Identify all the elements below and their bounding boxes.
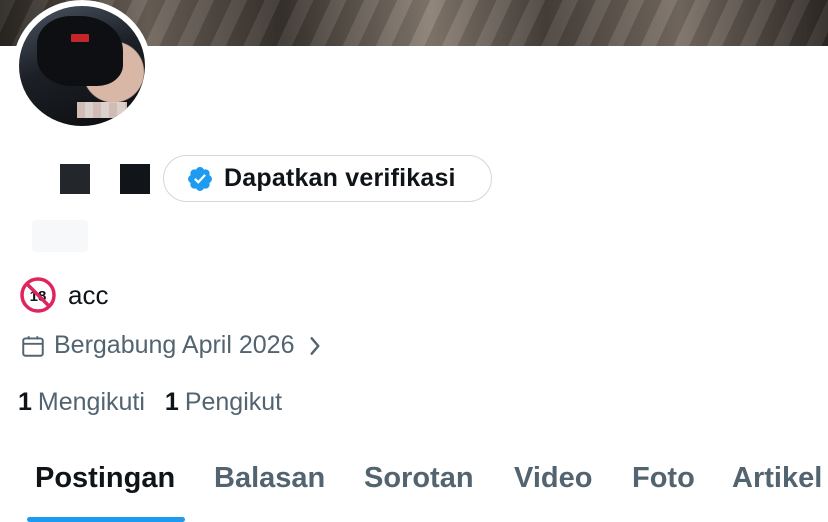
avatar-shirt: [37, 16, 123, 86]
tab-posts[interactable]: Postingan: [35, 462, 175, 495]
name-censor-block: [120, 164, 150, 194]
tab-highlights[interactable]: Sorotan: [364, 462, 474, 495]
following-label: Mengikuti: [37, 388, 145, 416]
tab-video[interactable]: Video: [514, 462, 592, 495]
profile-bio: 18 acc: [20, 277, 108, 313]
avatar-shirt-tag: [71, 34, 89, 42]
followers-count: 1: [164, 388, 179, 416]
no-under-18-icon: 18: [20, 277, 56, 313]
avatar-censor: [77, 102, 127, 118]
active-tab-indicator: [27, 517, 185, 522]
bio-text: acc: [68, 279, 109, 310]
tab-photos[interactable]: Foto: [632, 462, 695, 495]
verified-badge-icon: [188, 166, 212, 191]
handle-censored: [32, 220, 88, 252]
join-date-label: Bergabung April 2026: [54, 331, 295, 359]
join-date[interactable]: Bergabung April 2026: [20, 331, 324, 360]
followers-link[interactable]: 1 Pengikut: [165, 388, 282, 417]
display-name-censored: [30, 155, 150, 203]
following-count: 1: [18, 388, 32, 416]
name-censor-block: [60, 164, 90, 194]
following-link[interactable]: 1 Mengikuti: [18, 388, 145, 417]
chevron-right-icon: [310, 336, 320, 355]
calendar-icon: [22, 335, 44, 357]
avatar[interactable]: [13, 0, 151, 132]
avatar-image: [19, 6, 145, 126]
follow-stats: 1 Mengikuti 1 Pengikut: [18, 388, 302, 417]
profile-tabs: Postingan Balasan Sorotan Video Foto Art…: [0, 452, 828, 522]
followers-label: Pengikut: [184, 388, 283, 416]
tab-replies[interactable]: Balasan: [214, 462, 325, 495]
get-verified-button[interactable]: Dapatkan verifikasi: [163, 155, 492, 202]
tab-articles[interactable]: Artikel: [732, 462, 822, 495]
get-verified-label: Dapatkan verifikasi: [224, 164, 456, 192]
